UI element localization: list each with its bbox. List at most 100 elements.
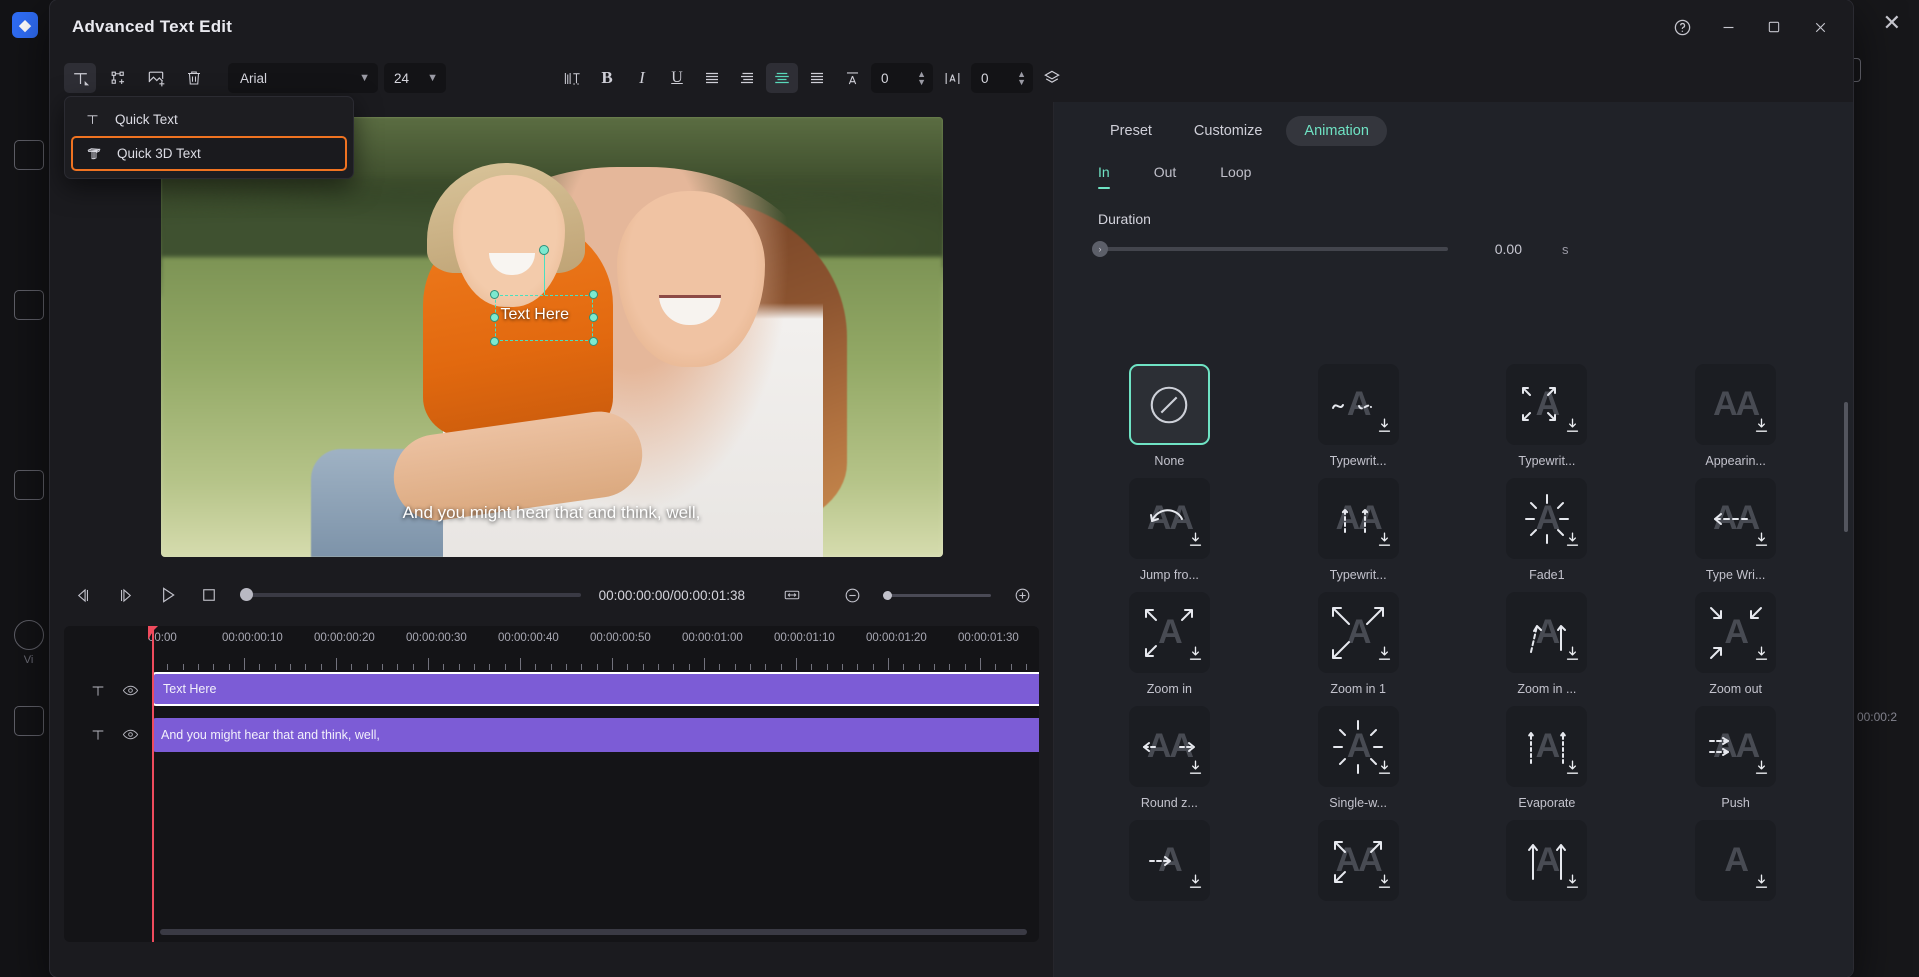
next-frame-button[interactable]	[106, 579, 144, 611]
anim-typewriter-1[interactable]: A Typewrit...	[1271, 364, 1446, 468]
delete-button[interactable]	[178, 63, 210, 93]
add-text-button[interactable]	[64, 63, 96, 93]
anim-typewriter-3[interactable]: AA Typewrit...	[1271, 478, 1446, 582]
font-family-select[interactable]: Arial ▼	[228, 63, 378, 93]
download-icon[interactable]	[1753, 645, 1770, 667]
resize-handle-tl[interactable]	[489, 290, 499, 299]
zoom-slider[interactable]	[883, 590, 991, 600]
anim-row5-3-thumb[interactable]: A	[1506, 820, 1588, 901]
download-icon[interactable]	[1187, 645, 1204, 667]
tab-animation[interactable]: Animation	[1286, 116, 1387, 146]
download-icon[interactable]	[1187, 759, 1204, 781]
resize-handle-bl[interactable]	[489, 337, 499, 346]
anim-appearing-thumb[interactable]: AA	[1695, 364, 1777, 445]
underline-button[interactable]: U	[661, 63, 693, 93]
resize-handle-l[interactable]	[489, 313, 499, 322]
anim-row5-4-thumb[interactable]: A	[1695, 820, 1777, 901]
anim-typewriter-3-thumb[interactable]: AA	[1317, 478, 1399, 559]
zoom-in-icon[interactable]	[1005, 579, 1039, 611]
download-icon[interactable]	[1753, 531, 1770, 553]
anim-zoom-in[interactable]: A Zoom in	[1082, 592, 1257, 696]
anim-appearing[interactable]: AA Appearin...	[1648, 364, 1823, 468]
line-spacing-stepper[interactable]: ▲ ▼	[917, 70, 926, 87]
timeline-ruler[interactable]: 00:00 00:00:00:10 00:00:00:20 00:00:00:30 00…	[148, 626, 1039, 672]
align-right-button[interactable]	[731, 63, 763, 93]
align-justify-button[interactable]	[801, 63, 833, 93]
download-icon[interactable]	[1564, 873, 1581, 895]
timeline-horizontal-scrollbar[interactable]	[160, 929, 1027, 935]
anim-evaporate-thumb[interactable]: A	[1506, 706, 1588, 787]
anim-fade1[interactable]: A Fade1	[1460, 478, 1635, 582]
download-icon[interactable]	[1376, 873, 1393, 895]
effects-rail-icon[interactable]	[13, 706, 44, 736]
bold-button[interactable]: B	[591, 63, 623, 93]
add-shape-button[interactable]	[102, 63, 134, 93]
panel-scrollbar[interactable]	[1844, 402, 1848, 532]
media-rail-icon[interactable]	[13, 140, 44, 170]
font-size-select[interactable]: 24 ▼	[384, 63, 446, 93]
anim-zoom-in-1-thumb[interactable]: A	[1317, 592, 1399, 673]
anim-typewriter-1-thumb[interactable]: A	[1317, 364, 1399, 445]
anim-round-zoom[interactable]: AA Round z...	[1082, 706, 1257, 810]
anim-zoom-out[interactable]: A Zoom out	[1648, 592, 1823, 696]
menu-item-quick-text[interactable]: Quick Text	[71, 103, 347, 136]
anim-round-zoom-thumb[interactable]: AA	[1128, 706, 1210, 787]
subtab-in[interactable]: In	[1098, 164, 1110, 189]
playback-knob[interactable]	[240, 588, 253, 601]
letter-spacing-input[interactable]: 0 ▲ ▼	[971, 63, 1033, 93]
eye-icon[interactable]	[122, 682, 139, 704]
tab-customize[interactable]: Customize	[1176, 116, 1281, 146]
download-icon[interactable]	[1376, 531, 1393, 553]
eye-icon[interactable]	[122, 726, 139, 748]
minimize-icon[interactable]	[1705, 7, 1751, 47]
close-icon[interactable]	[1797, 7, 1843, 47]
letter-spacing-stepper[interactable]: ▲ ▼	[1017, 70, 1026, 87]
anim-jump-from-thumb[interactable]: AA	[1128, 478, 1210, 559]
anim-jump-from[interactable]: AA Jump fro...	[1082, 478, 1257, 582]
align-left-button[interactable]	[696, 63, 728, 93]
duration-slider-knob[interactable]: ›	[1092, 241, 1108, 257]
previous-frame-button[interactable]	[64, 579, 102, 611]
anim-zoom-in-thumb[interactable]: A	[1128, 592, 1210, 673]
anim-row5-2-thumb[interactable]: AA	[1317, 820, 1399, 901]
anim-zoom-out-thumb[interactable]: A	[1695, 592, 1777, 673]
line-height-icon[interactable]	[836, 63, 868, 93]
duration-slider[interactable]: ›	[1092, 241, 1448, 257]
layers-icon[interactable]	[1036, 63, 1068, 93]
anim-row5-4[interactable]: A	[1648, 820, 1823, 910]
download-icon[interactable]	[1187, 531, 1204, 553]
download-icon[interactable]	[1564, 417, 1581, 439]
download-icon[interactable]	[1564, 531, 1581, 553]
stop-button[interactable]	[190, 579, 228, 611]
anim-zoom-in-2-thumb[interactable]: A	[1506, 592, 1588, 673]
align-center-button[interactable]	[766, 63, 798, 93]
zoom-out-icon[interactable]	[835, 579, 869, 611]
anim-push-thumb[interactable]: AA	[1695, 706, 1777, 787]
anim-push[interactable]: AA Push	[1648, 706, 1823, 810]
help-icon[interactable]	[1659, 7, 1705, 47]
maximize-icon[interactable]	[1751, 7, 1797, 47]
anim-zoom-in-2[interactable]: A Zoom in ...	[1460, 592, 1635, 696]
anim-fade1-thumb[interactable]: A	[1506, 478, 1588, 559]
download-icon[interactable]	[1187, 873, 1204, 895]
anim-type-write[interactable]: AA Type Wri...	[1648, 478, 1823, 582]
anim-zoom-in-1[interactable]: A Zoom in 1	[1271, 592, 1446, 696]
rotate-handle[interactable]	[538, 245, 549, 255]
anim-none[interactable]: None	[1082, 364, 1257, 468]
download-icon[interactable]	[1753, 873, 1770, 895]
subtab-loop[interactable]: Loop	[1220, 164, 1251, 189]
audio-rail-icon[interactable]	[13, 290, 44, 320]
anim-row5-3[interactable]: A	[1460, 820, 1635, 910]
anim-typewriter-2-thumb[interactable]: A	[1506, 364, 1588, 445]
download-icon[interactable]	[1376, 759, 1393, 781]
resize-handle-tr[interactable]	[588, 290, 598, 299]
text-rail-icon[interactable]	[13, 470, 44, 500]
anim-type-write-thumb[interactable]: AA	[1695, 478, 1777, 559]
anim-single-w[interactable]: A Single-w...	[1271, 706, 1446, 810]
letter-spacing-icon[interactable]	[936, 63, 968, 93]
italic-button[interactable]: I	[626, 63, 658, 93]
table-row[interactable]: And you might hear that and think, well,	[152, 718, 1039, 752]
anim-row5-1[interactable]: A	[1082, 820, 1257, 910]
video-preview[interactable]: Text Here And you might hear that and th…	[160, 117, 943, 557]
add-image-button[interactable]	[140, 63, 172, 93]
